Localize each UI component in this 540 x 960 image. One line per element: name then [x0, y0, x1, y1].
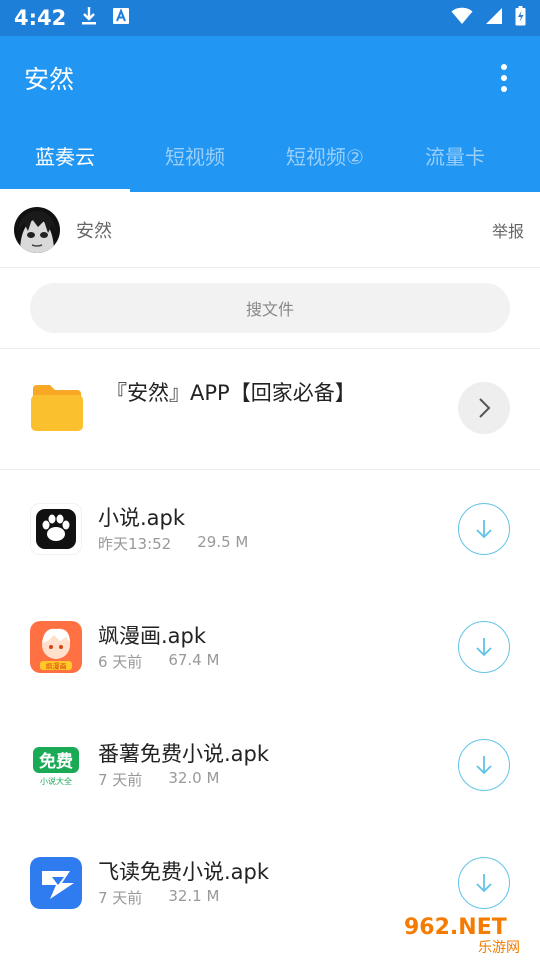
file-size: 67.4 M [168, 650, 220, 669]
file-meta: 昨天13:52 29.5 M [98, 533, 458, 554]
file-name: 小说.apk [98, 505, 186, 530]
file-item[interactable]: 免费 小说大全 番薯免费小说.apk 7 天前 32.0 M [0, 706, 540, 824]
download-icon[interactable] [458, 503, 510, 555]
search-container: 搜文件 [0, 268, 540, 349]
user-name: 安然 [76, 220, 112, 242]
tab-bar: 蓝奏云 短视频 短视频② 流量卡 [0, 120, 540, 192]
manga-icon-label: 飒漫画 [46, 662, 67, 671]
file-date: 7 天前 [98, 888, 143, 907]
tab-data-card[interactable]: 流量卡 [390, 120, 520, 192]
file-date: 7 天前 [98, 770, 143, 789]
file-text: 飞读免费小说.apk 7 天前 32.1 M [98, 859, 458, 908]
wifi-icon [451, 7, 473, 29]
tab-short-video-2[interactable]: 短视频② [260, 120, 390, 192]
file-text: 飒漫画.apk 6 天前 67.4 M [98, 623, 458, 672]
file-date: 6 天前 [98, 652, 143, 671]
feidu-app-icon [30, 857, 82, 909]
file-size: 32.1 M [168, 886, 220, 905]
tab-lanzou[interactable]: 蓝奏云 [0, 120, 130, 192]
free-novel-app-icon: 免费 小说大全 [30, 739, 82, 791]
file-item[interactable]: 飒漫画 飒漫画.apk 6 天前 67.4 M [0, 588, 540, 706]
tab-short-video[interactable]: 短视频 [130, 120, 260, 192]
status-bar: 4:42 [0, 0, 540, 36]
file-meta: 7 天前 32.0 M [98, 769, 458, 790]
signal-icon [485, 7, 503, 29]
folder-row[interactable]: 『安然』APP【回家必备】 [0, 349, 540, 470]
a-icon [112, 7, 130, 29]
file-name: 飒漫画.apk [98, 623, 207, 648]
watermark-logo: 962.NET 乐游网 [398, 912, 534, 956]
file-name: 飞读免费小说.apk [98, 859, 270, 884]
file-size: 29.5 M [197, 532, 249, 551]
file-meta: 6 天前 67.4 M [98, 651, 458, 672]
user-row: 安然 举报 [0, 192, 540, 268]
file-item[interactable]: 小说.apk 昨天13:52 29.5 M [0, 470, 540, 588]
status-left: 4:42 [14, 6, 130, 30]
search-input[interactable]: 搜文件 [30, 283, 510, 333]
folder-icon [30, 383, 84, 433]
manga-app-icon: 飒漫画 [30, 621, 82, 673]
file-size: 32.0 M [168, 768, 220, 787]
download-icon[interactable] [458, 739, 510, 791]
chevron-right-icon[interactable] [458, 382, 510, 434]
watermark-bottom: 乐游网 [478, 940, 520, 956]
file-text: 小说.apk 昨天13:52 29.5 M [98, 505, 458, 554]
free-novel-icon-big: 免费 [39, 751, 73, 772]
battery-icon [515, 6, 526, 30]
download-icon [80, 6, 98, 30]
watermark-top: 962.NET [404, 915, 507, 940]
paw-app-icon [30, 503, 82, 555]
avatar[interactable] [14, 206, 60, 253]
folder-name: 『安然』APP【回家必备】 [106, 381, 356, 405]
status-time: 4:42 [14, 6, 67, 30]
file-text: 番薯免费小说.apk 7 天前 32.0 M [98, 741, 458, 790]
app-title: 安然 [24, 65, 75, 94]
file-name: 番薯免费小说.apk [98, 741, 270, 766]
download-icon[interactable] [458, 857, 510, 909]
more-vert-icon[interactable] [492, 58, 516, 98]
free-novel-icon-small: 小说大全 [40, 776, 72, 786]
app-bar: 安然 [0, 36, 540, 120]
download-icon[interactable] [458, 621, 510, 673]
report-link[interactable]: 举报 [492, 218, 524, 242]
status-right [451, 6, 526, 30]
file-date: 昨天13:52 [98, 534, 172, 553]
app-root: 4:42 安然 蓝奏云 短视频 短视频② 流量卡 安然 举报 搜文件 『安然』A… [0, 0, 540, 960]
file-meta: 7 天前 32.1 M [98, 887, 458, 908]
